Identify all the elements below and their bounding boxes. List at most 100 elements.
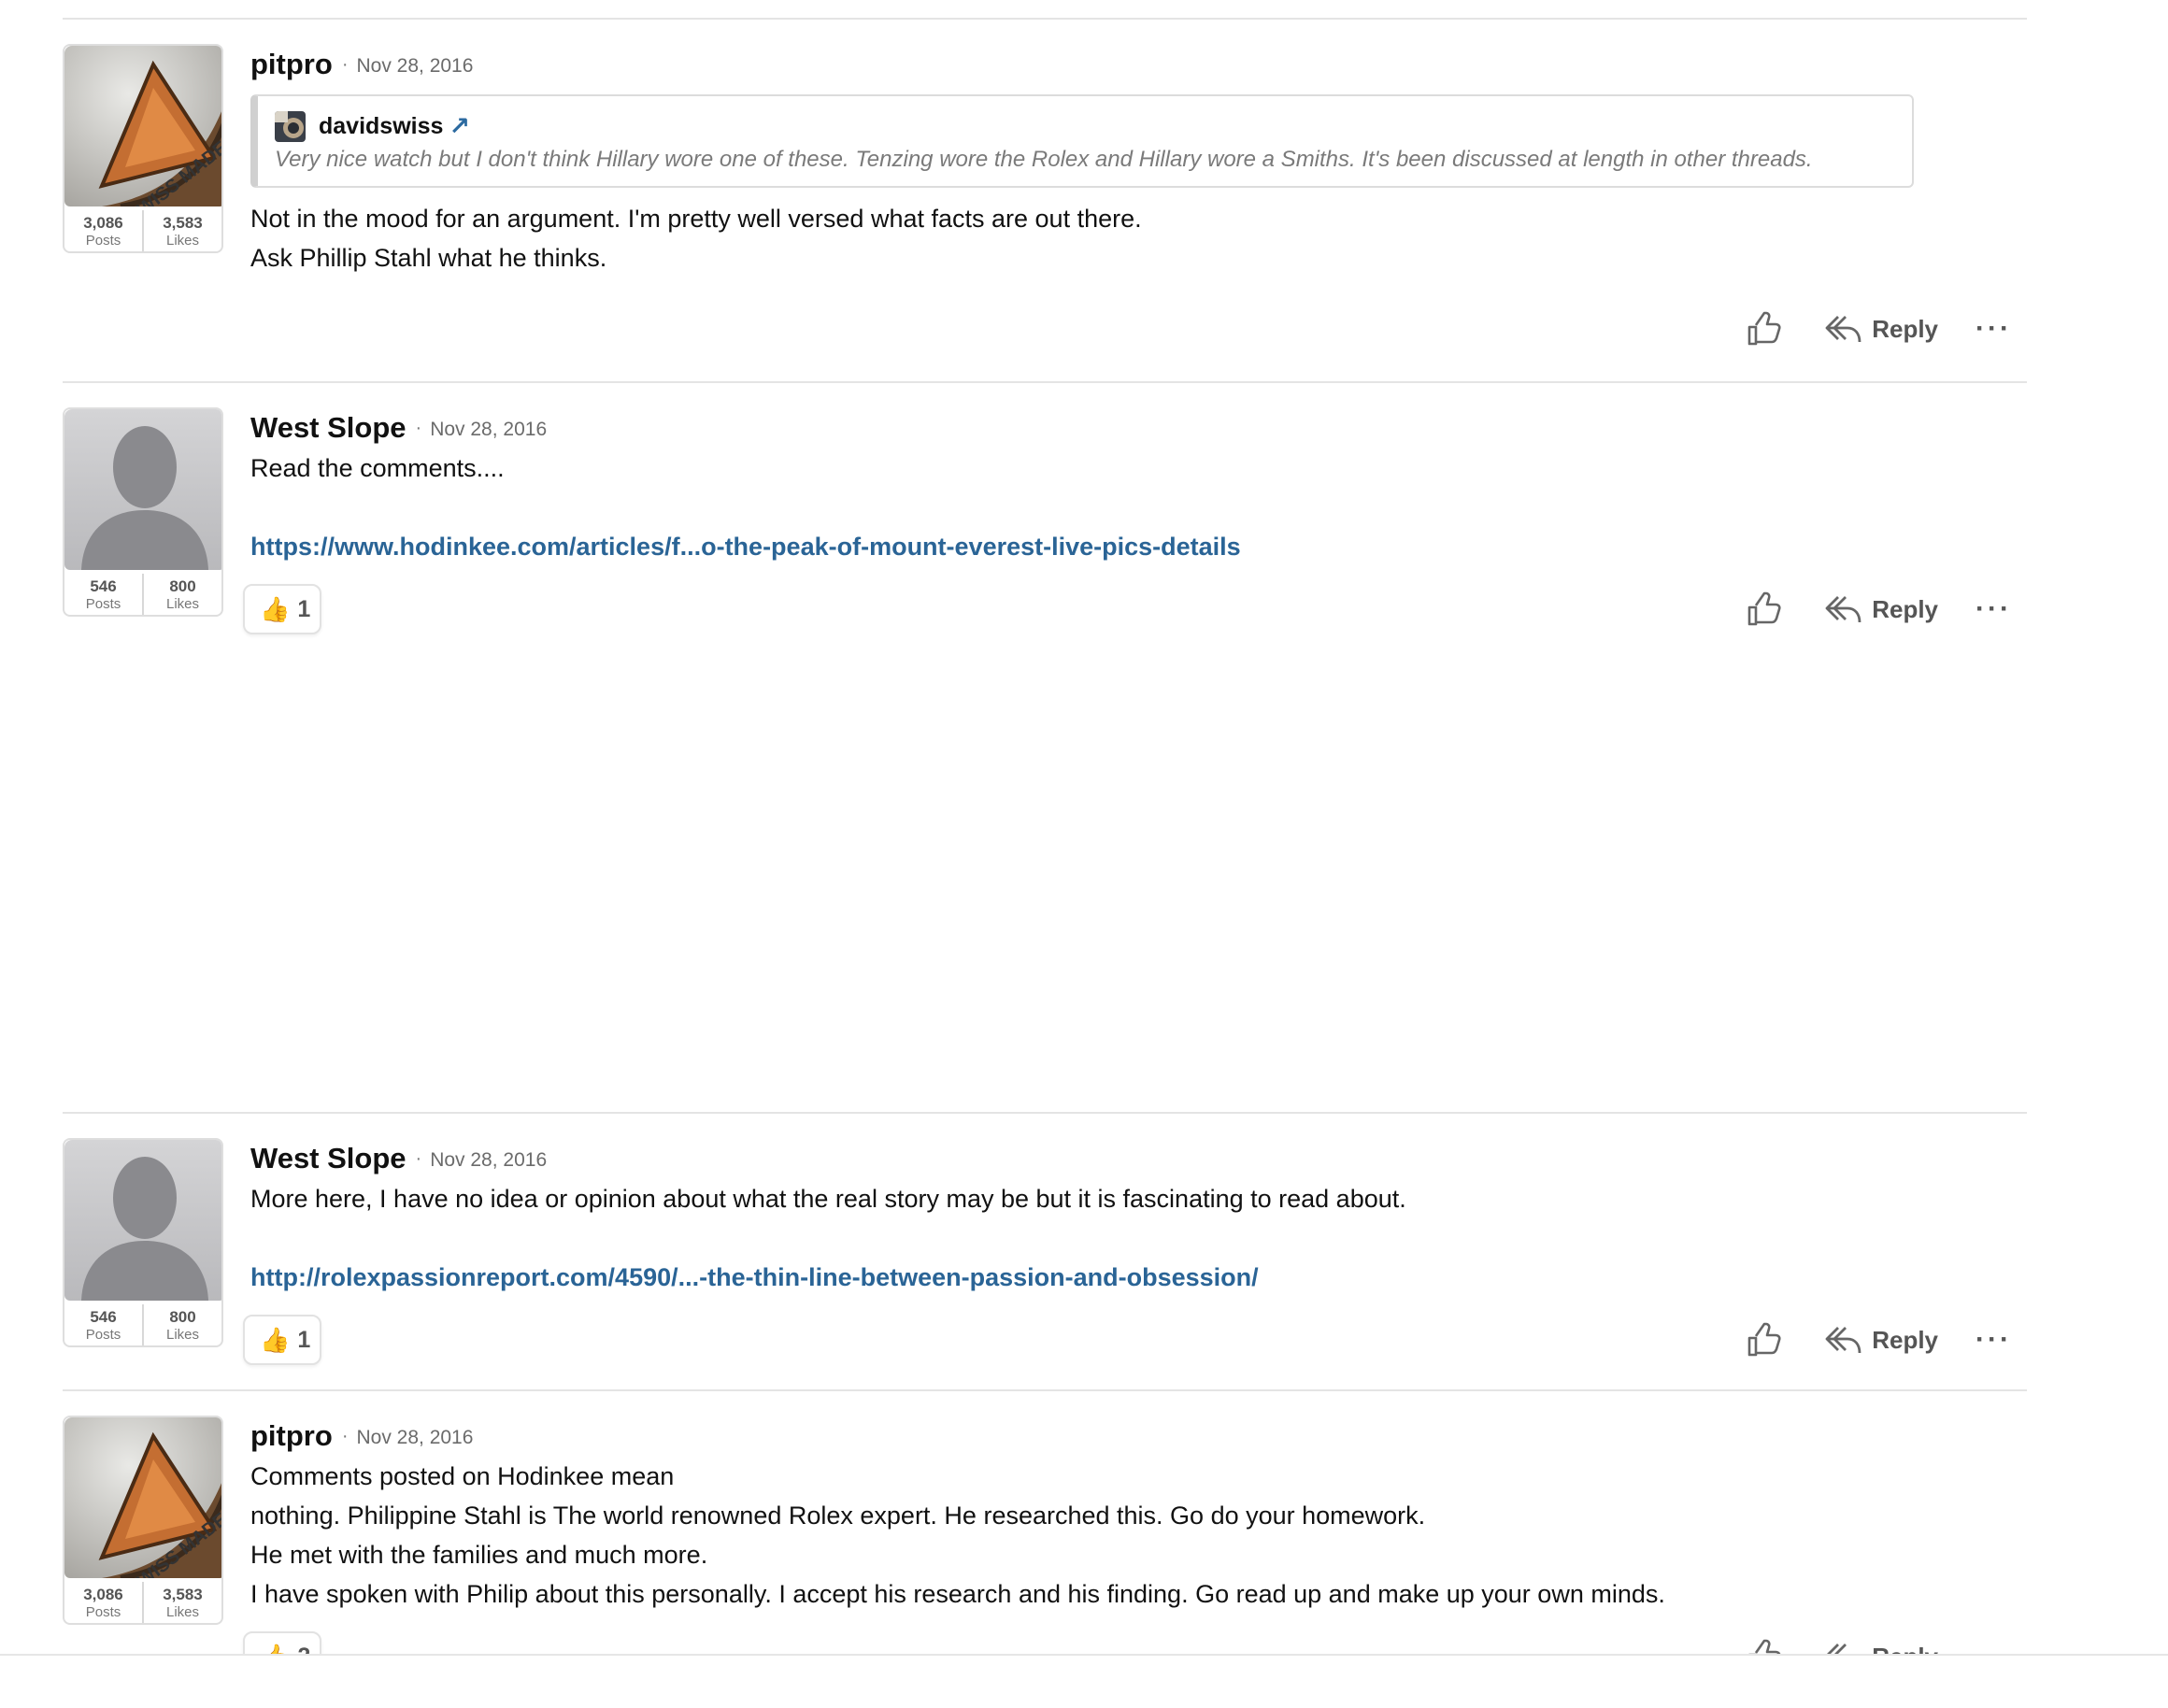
like-icon[interactable]	[1745, 1321, 1782, 1359]
author-name[interactable]: West Slope	[250, 1142, 406, 1175]
reply-icon	[1825, 596, 1861, 623]
stat-value: 800	[169, 1308, 196, 1326]
reaction-count: 1	[297, 1326, 311, 1353]
more-options-icon[interactable]: ···	[1975, 315, 2012, 343]
author-card[interactable]: 546 Posts 800 Likes	[63, 407, 223, 617]
author-stats: 3,086 Posts 3,583 Likes	[64, 210, 221, 251]
body-text: I have spoken with Philip about this per…	[250, 1580, 1665, 1608]
more-options-icon[interactable]: ···	[1975, 595, 2012, 623]
post-header: pitpro · Nov 28, 2016	[250, 44, 2027, 85]
stat-label: Likes	[165, 1327, 200, 1343]
post-content: West Slope · Nov 28, 2016 Read the comme…	[250, 407, 2027, 566]
stat-posts[interactable]: 3,086 Posts	[64, 1582, 142, 1623]
post-header: West Slope · Nov 28, 2016	[250, 407, 2027, 448]
reply-button[interactable]: Reply	[1825, 593, 1938, 625]
author-name[interactable]: pitpro	[250, 48, 333, 81]
body-text: He met with the families and much more.	[250, 1541, 708, 1569]
body-text: Comments posted on Hodinkee mean	[250, 1462, 675, 1490]
post-actions: Reply ···	[1745, 591, 2012, 628]
post-date[interactable]: Nov 28, 2016	[356, 1427, 473, 1449]
stat-label: Posts	[85, 1604, 121, 1620]
reaction-summary[interactable]: 👍 1	[243, 584, 321, 634]
jump-to-post-icon[interactable]: ↗	[449, 112, 470, 141]
stat-posts[interactable]: 546 Posts	[64, 1304, 142, 1345]
post: 546 Posts 800 Likes West Slope · Nov 28,…	[63, 1138, 2027, 1372]
avatar[interactable]	[64, 409, 221, 570]
author-card[interactable]: SWISS MADE 3,086 Posts 3,583 Likes	[63, 1416, 223, 1625]
post-divider	[63, 381, 2027, 383]
post-body: Not in the mood for an argument. I'm pre…	[250, 199, 2027, 278]
stat-label: Posts	[85, 233, 121, 249]
post-body: Read the comments.... https://www.hodink…	[250, 448, 2027, 566]
reply-button[interactable]: Reply	[1825, 313, 1938, 345]
avatar[interactable]: SWISS MADE	[64, 1417, 221, 1578]
post-divider	[63, 1389, 2027, 1391]
post-date[interactable]: Nov 28, 2016	[430, 419, 547, 441]
more-options-icon[interactable]: ···	[1975, 1326, 2012, 1354]
post-body: Comments posted on Hodinkee mean nothing…	[250, 1457, 2027, 1614]
author-card[interactable]: SWISS MADE 3,086 Posts 3,583 Likes	[63, 44, 223, 253]
quote-avatar[interactable]	[275, 110, 306, 142]
body-text: nothing. Philippine Stahl is The world r…	[250, 1502, 1426, 1530]
avatar[interactable]	[64, 1140, 221, 1301]
stat-likes[interactable]: 3,583 Likes	[142, 210, 221, 251]
post: 546 Posts 800 Likes West Slope · Nov 28,…	[63, 407, 2027, 650]
stat-posts[interactable]: 546 Posts	[64, 574, 142, 615]
author-name[interactable]: West Slope	[250, 411, 406, 445]
stat-likes[interactable]: 3,583 Likes	[142, 1582, 221, 1623]
quote-block[interactable]: davidswiss ↗ Very nice watch but I don't…	[250, 94, 1914, 188]
reply-icon	[1825, 1327, 1861, 1354]
stat-value: 3,583	[163, 214, 203, 232]
body-text: Read the comments....	[250, 454, 505, 482]
separator-dot: ·	[415, 417, 422, 438]
stat-value: 3,086	[83, 1586, 123, 1603]
stat-likes[interactable]: 800 Likes	[142, 574, 221, 615]
quote-author-name[interactable]: davidswiss	[319, 113, 443, 140]
author-card[interactable]: 546 Posts 800 Likes	[63, 1138, 223, 1347]
post-content: West Slope · Nov 28, 2016 More here, I h…	[250, 1138, 2027, 1297]
post-divider	[63, 1112, 2027, 1114]
author-stats: 546 Posts 800 Likes	[64, 1304, 221, 1345]
watch-logo-avatar-image: SWISS MADE	[64, 46, 221, 206]
external-link[interactable]: https://www.hodinkee.com/articles/f...o-…	[250, 527, 2027, 566]
author-name[interactable]: pitpro	[250, 1419, 333, 1453]
body-text: Ask Phillip Stahl what he thinks.	[250, 244, 607, 272]
reply-button[interactable]: Reply	[1825, 1324, 1938, 1356]
reaction-count: 1	[297, 595, 311, 622]
quote-text: Very nice watch but I don't think Hillar…	[275, 147, 1813, 172]
post-date[interactable]: Nov 28, 2016	[356, 55, 473, 78]
reply-label: Reply	[1872, 1325, 1939, 1354]
thumbs-up-reaction-icon: 👍	[260, 1325, 291, 1354]
stat-posts[interactable]: 3,086 Posts	[64, 210, 142, 251]
post-divider	[63, 18, 2027, 20]
post-date[interactable]: Nov 28, 2016	[430, 1149, 547, 1172]
body-text: More here, I have no idea or opinion abo…	[250, 1185, 1406, 1213]
viewport-bottom-edge	[0, 1654, 2168, 1708]
post-content: pitpro · Nov 28, 2016 Comments posted on…	[250, 1416, 2027, 1614]
reply-label: Reply	[1872, 594, 1939, 623]
post: SWISS MADE 3,086 Posts 3,583 Likes pitpr…	[63, 44, 2027, 362]
separator-dot: ·	[341, 1425, 349, 1446]
author-stats: 546 Posts 800 Likes	[64, 574, 221, 615]
avatar[interactable]: SWISS MADE	[64, 46, 221, 206]
default-user-avatar-image	[64, 409, 221, 570]
post-header: pitpro · Nov 28, 2016	[250, 1416, 2027, 1457]
stat-value: 3,583	[163, 1586, 203, 1603]
author-stats: 3,086 Posts 3,583 Likes	[64, 1582, 221, 1623]
stat-label: Likes	[165, 1604, 200, 1620]
stat-value: 546	[90, 1308, 117, 1326]
separator-dot: ·	[415, 1147, 422, 1169]
stat-label: Likes	[165, 233, 200, 249]
like-icon[interactable]	[1745, 591, 1782, 628]
post-content: pitpro · Nov 28, 2016 davidswiss ↗ Very …	[250, 44, 2027, 278]
like-icon[interactable]	[1745, 310, 1782, 348]
quote-header: davidswiss ↗	[275, 109, 1912, 143]
stat-label: Likes	[165, 596, 200, 612]
external-link[interactable]: http://rolexpassionreport.com/4590/...-t…	[250, 1258, 2027, 1297]
quote-avatar-image	[275, 110, 306, 142]
stat-label: Posts	[85, 596, 121, 612]
reaction-summary[interactable]: 👍 1	[243, 1315, 321, 1365]
stat-likes[interactable]: 800 Likes	[142, 1304, 221, 1345]
